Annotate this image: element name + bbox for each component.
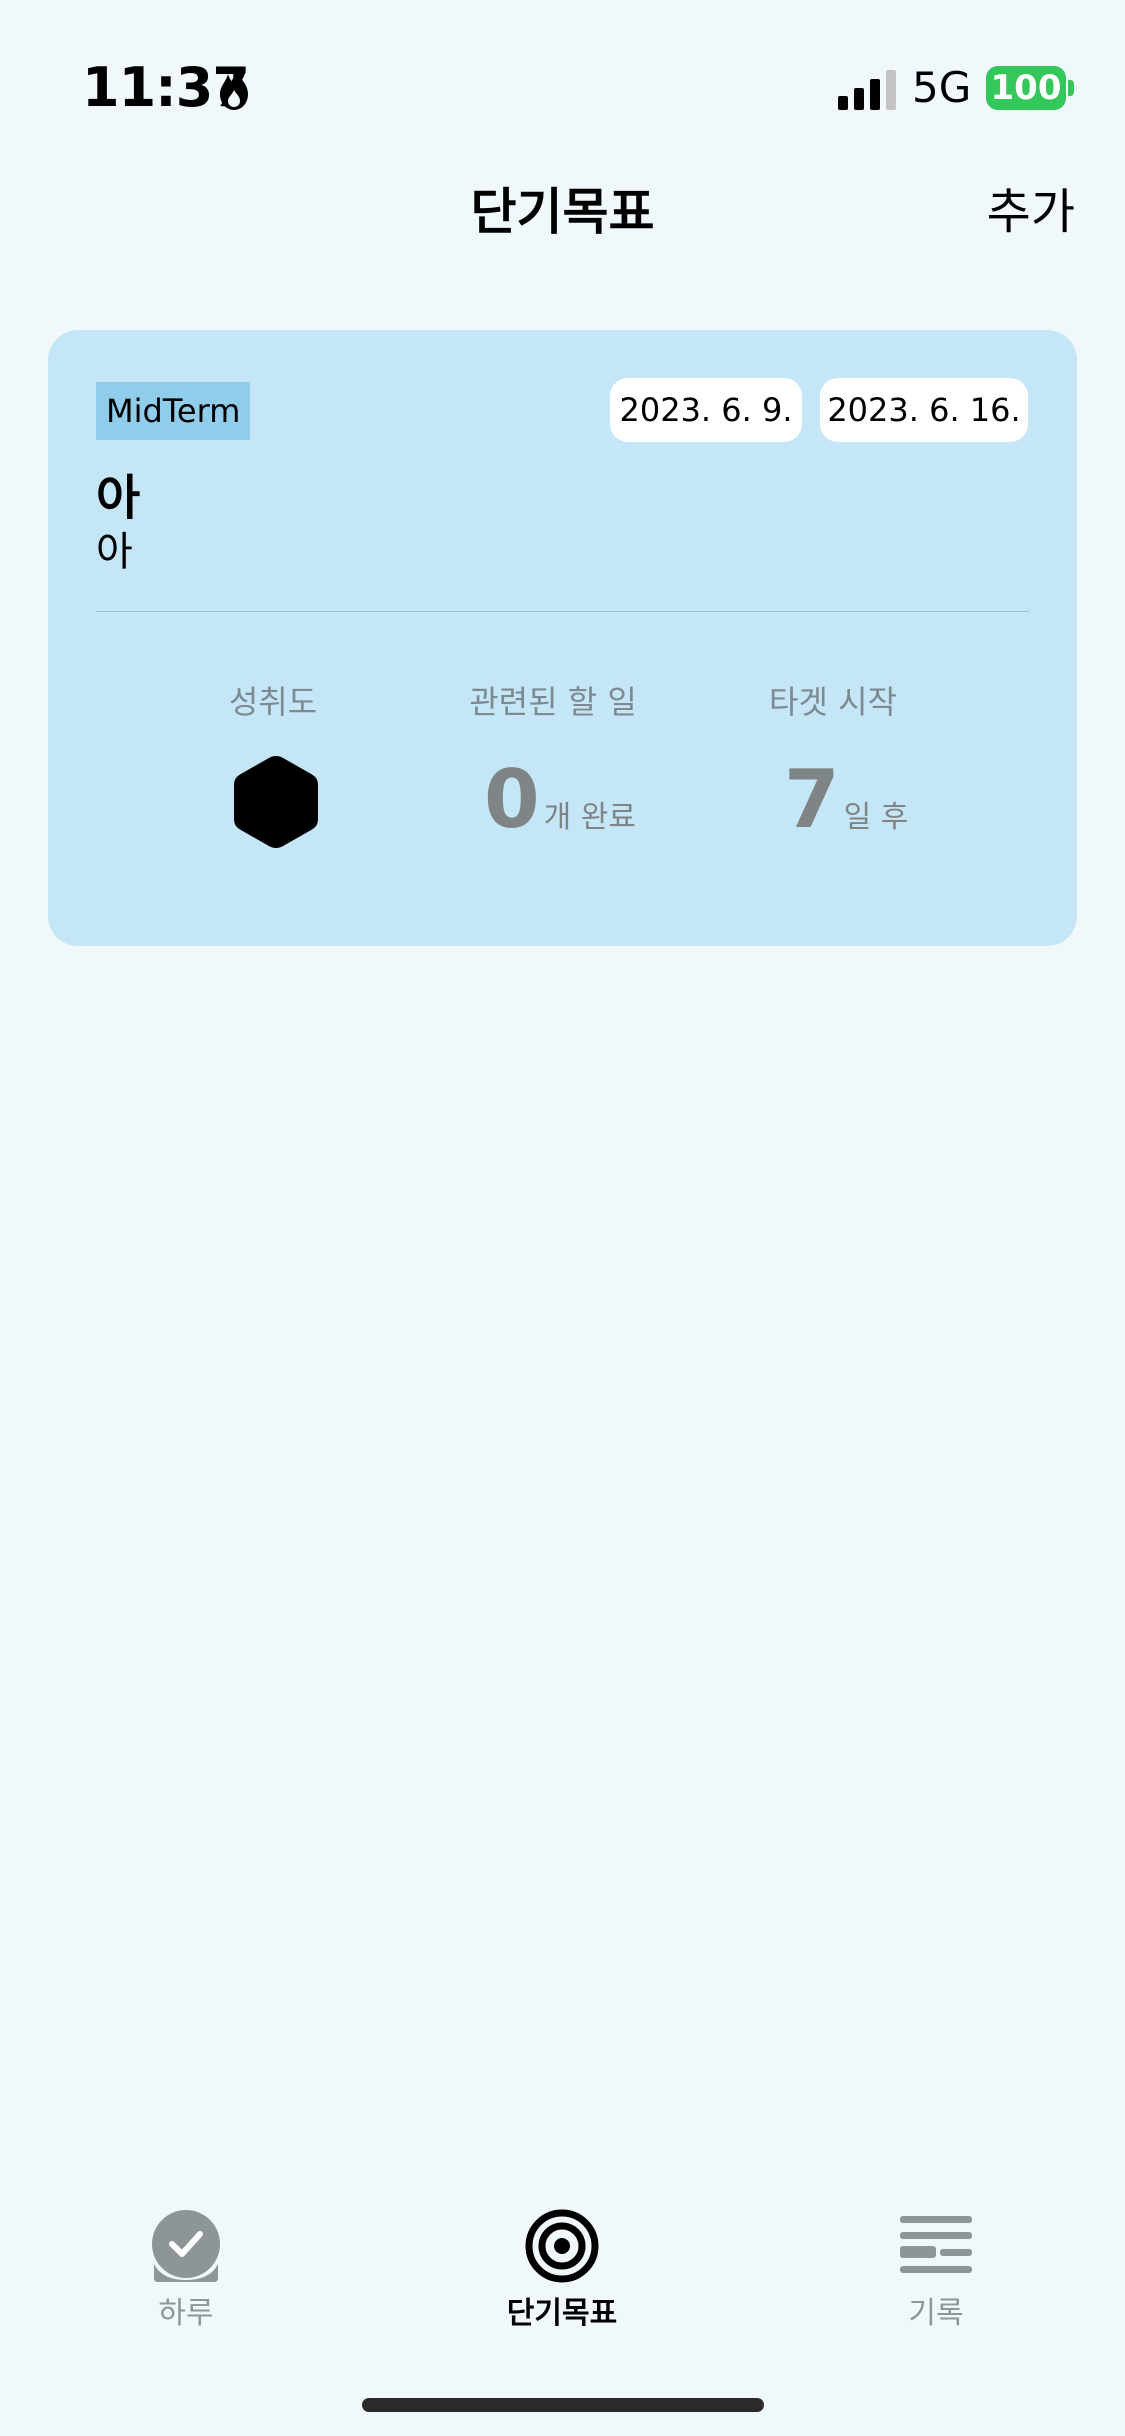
target-start-label: 타겟 시작 bbox=[769, 683, 897, 721]
tab-short-term-goals[interactable]: 단기목표 bbox=[462, 2190, 662, 2334]
add-button[interactable]: 추가 bbox=[987, 180, 1075, 244]
related-tasks-label: 관련된 할 일 bbox=[469, 683, 637, 721]
related-tasks-unit: 개 완료 bbox=[543, 800, 637, 835]
category-tag: MidTerm bbox=[96, 382, 251, 440]
start-date-badge: 2023. 6. 9. bbox=[610, 378, 802, 442]
tab-today[interactable]: 하루 bbox=[86, 2190, 286, 2334]
screen: 11:37 5G 100 단기목표 추가 MidTerm 2023. 6. 9.… bbox=[0, 0, 1125, 2436]
network-label: 5G bbox=[912, 63, 972, 112]
tab-label: 하루 bbox=[158, 2296, 214, 2331]
check-circle-icon bbox=[152, 2210, 220, 2282]
target-days-unit: 일 후 bbox=[843, 800, 909, 835]
battery-icon: 100 bbox=[986, 66, 1066, 110]
goal-description: 아 bbox=[96, 529, 133, 575]
status-bar: 11:37 5G 100 bbox=[0, 0, 1125, 180]
card-divider bbox=[96, 611, 1029, 612]
related-tasks-count: 0 bbox=[484, 753, 540, 846]
target-start-stat: 7일 후 bbox=[784, 750, 908, 850]
target-days-count: 7 bbox=[784, 753, 840, 846]
signal-icon bbox=[838, 70, 896, 110]
achievement-label: 성취도 bbox=[228, 683, 318, 721]
home-indicator[interactable] bbox=[362, 2398, 764, 2412]
page-title: 단기목표 bbox=[470, 183, 655, 241]
goal-card[interactable]: MidTerm 2023. 6. 9. 2023. 6. 16. 아 아 성취도… bbox=[48, 330, 1077, 946]
tab-label: 단기목표 bbox=[506, 2296, 618, 2331]
list-lines-icon bbox=[900, 2216, 972, 2273]
tab-records[interactable]: 기록 bbox=[836, 2190, 1036, 2334]
end-date-badge: 2023. 6. 16. bbox=[820, 378, 1028, 442]
battery-cap bbox=[1068, 80, 1074, 96]
target-icon bbox=[525, 2209, 599, 2283]
goal-title: 아 bbox=[96, 470, 141, 526]
tab-label: 기록 bbox=[908, 2296, 964, 2331]
hexagon-icon bbox=[234, 756, 318, 848]
flame-icon bbox=[220, 66, 248, 110]
tab-bar: 하루 단기목표 기록 bbox=[0, 2190, 1125, 2370]
related-tasks-stat: 0개 완료 bbox=[484, 750, 636, 850]
